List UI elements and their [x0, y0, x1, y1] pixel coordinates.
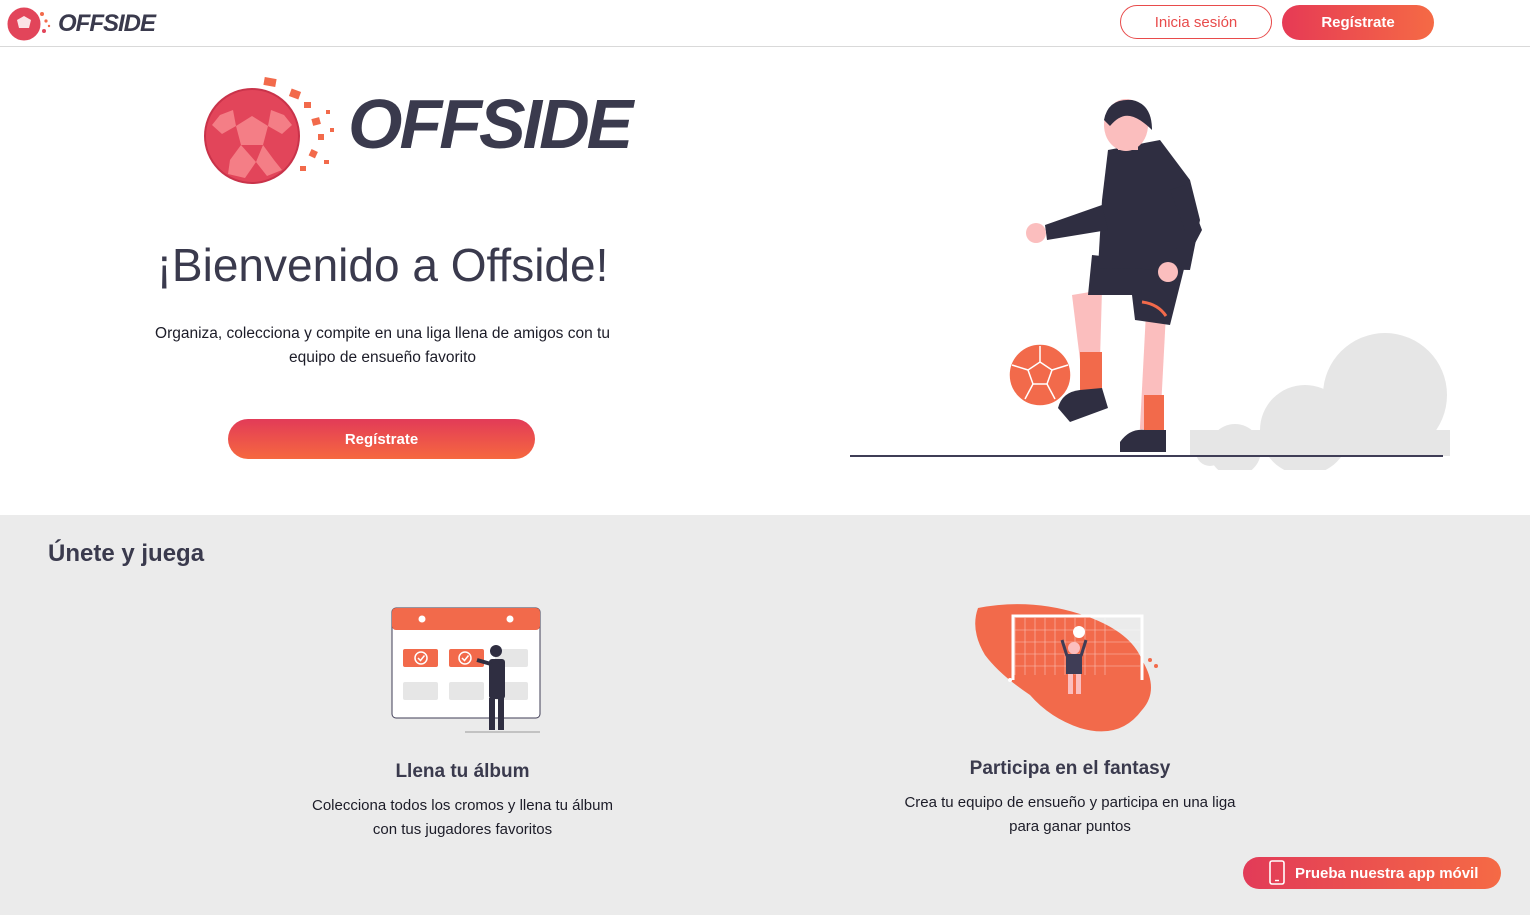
top-header: OFFSIDE Inicia sesión Regístrate: [0, 0, 1530, 47]
hero-brand-text: OFFSIDE: [348, 85, 633, 163]
login-button[interactable]: Inicia sesión: [1120, 5, 1272, 39]
album-feature-title: Llena tu álbum: [395, 761, 530, 782]
try-mobile-app-button[interactable]: Prueba nuestra app móvil: [1243, 857, 1501, 889]
header-brand-text: OFFSIDE: [58, 10, 156, 37]
header-signup-button[interactable]: Regístrate: [1282, 5, 1434, 40]
fantasy-feature-title: Participa en el fantasy: [969, 758, 1171, 779]
phone-icon: [1269, 860, 1285, 885]
mobile-app-button-label: Prueba nuestra app móvil: [1295, 864, 1479, 882]
album-feature-description: Colecciona todos los cromos y llena tu á…: [312, 797, 613, 838]
goalkeeper-illustration: [970, 600, 1165, 740]
join-section: [0, 515, 1530, 915]
album-calendar-illustration: [385, 600, 545, 740]
join-heading: Únete y juega: [48, 540, 205, 567]
header-logo[interactable]: OFFSIDE: [4, 4, 156, 44]
hero-subtitle: Organiza, colecciona y compite en una li…: [155, 325, 610, 366]
hero-signup-button[interactable]: Regístrate: [228, 419, 535, 459]
hero-logo: OFFSIDE: [200, 70, 633, 188]
soccer-player-illustration: [840, 90, 1460, 476]
cloud-icon: [1190, 333, 1450, 476]
soccer-ball-icon: [1008, 343, 1072, 407]
fantasy-feature-description: Crea tu equipo de ensueño y participa en…: [904, 794, 1236, 835]
hero-title: ¡Bienvenido a Offside!: [156, 239, 609, 291]
